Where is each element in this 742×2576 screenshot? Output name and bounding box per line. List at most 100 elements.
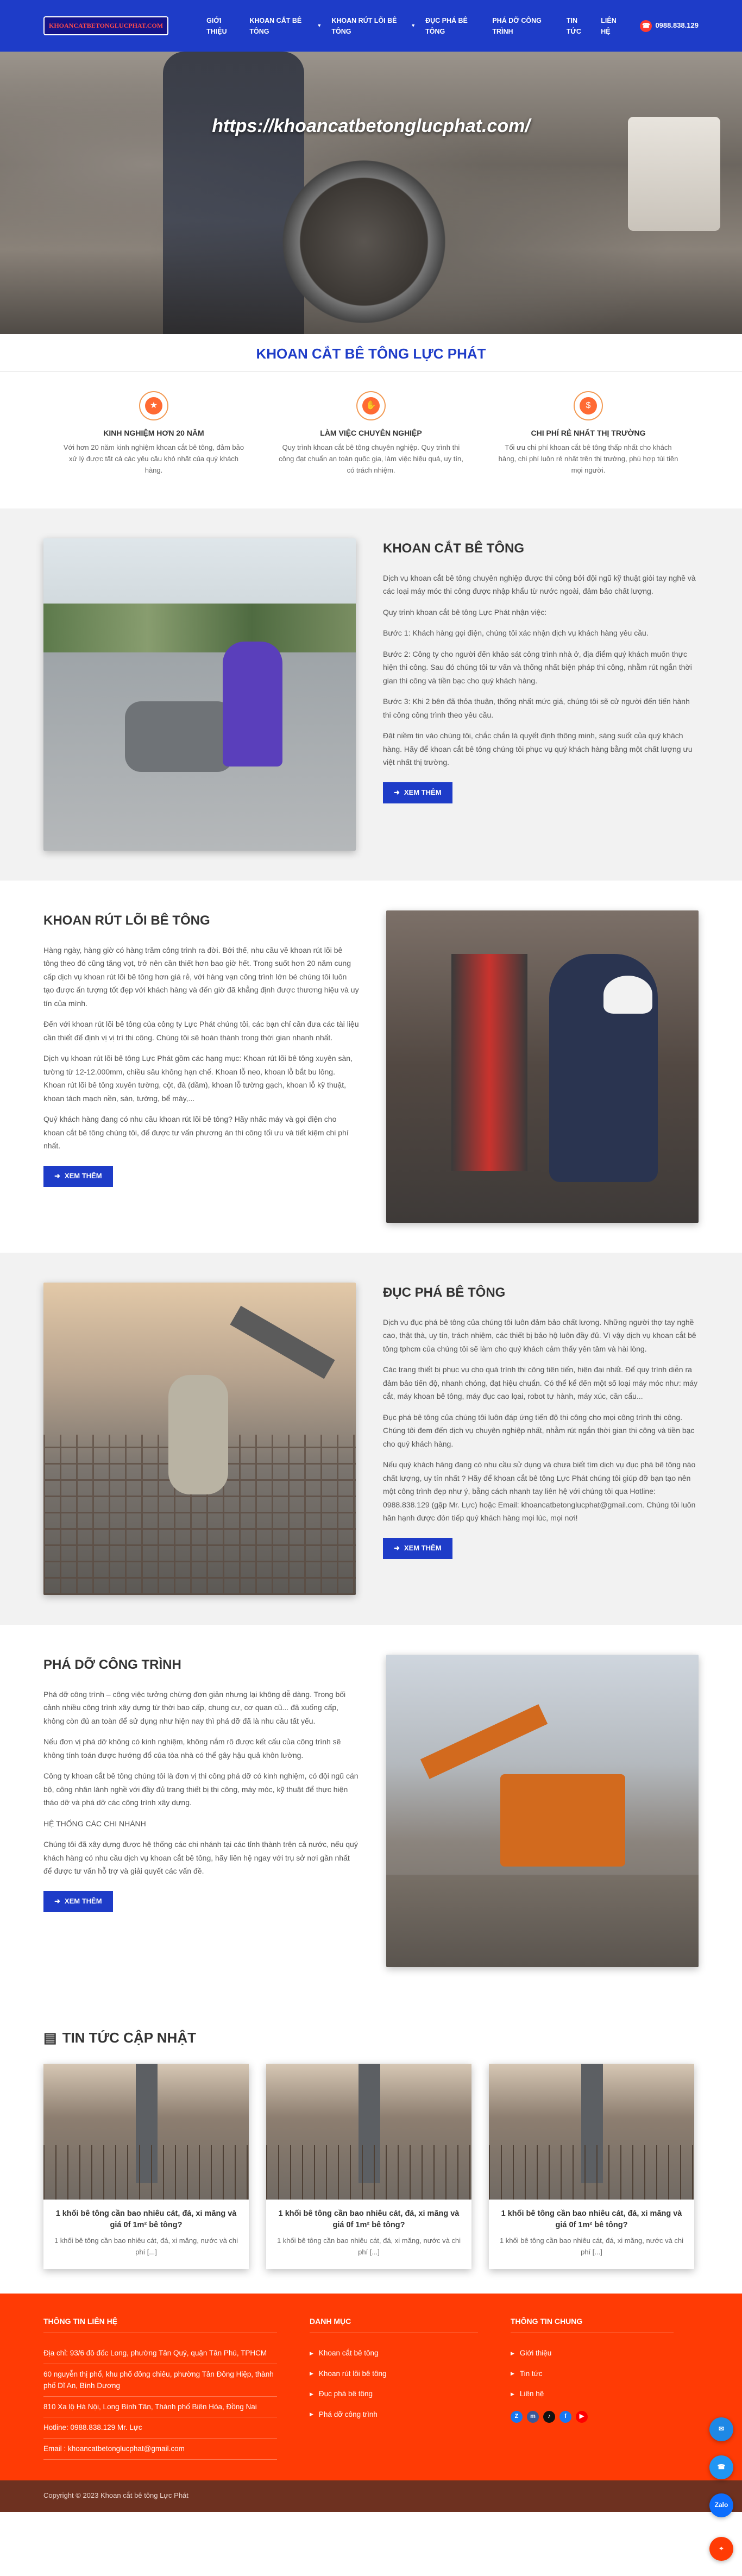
section-pha-do: PHÁ DỠ CÔNG TRÌNH Phá dỡ công trình – cô… — [0, 1625, 742, 1997]
messenger-float-icon[interactable]: ✉ — [709, 2417, 733, 2441]
footer-category-link[interactable]: ▶ Khoan cắt bê tông — [310, 2343, 478, 2364]
nav-item-lien-he[interactable]: LIÊN HỆ — [601, 15, 625, 37]
section-paragraph: Dịch vụ đục phá bê tông của chúng tôi lu… — [383, 1317, 696, 1353]
section-paragraph: Các trang thiết bị phục vụ cho quá trình… — [383, 1365, 698, 1401]
footer-category-link[interactable]: ▶ Khoan rút lõi bê tông — [310, 2364, 478, 2384]
footer-info-link[interactable]: ▶ Liên hệ — [511, 2384, 674, 2404]
read-more-button[interactable]: ➜ XEM THÊM — [43, 1890, 113, 1912]
section-title: KHOAN CẮT BÊ TÔNG — [383, 541, 524, 556]
phone-float-icon[interactable]: ☎ — [709, 2455, 733, 2479]
zalo-float-icon[interactable]: Zalo — [709, 2493, 733, 2517]
footer-info-link[interactable]: ▶ Tin tức — [511, 2364, 674, 2384]
section-paragraph: Hàng ngày, hàng giờ có hàng trăm công tr… — [43, 945, 359, 1008]
nav-item-tin-tuc[interactable]: TIN TỨC — [567, 15, 591, 37]
read-more-button[interactable]: ➜ XEM THÊM — [43, 1165, 113, 1187]
messenger-icon[interactable]: m — [527, 2410, 539, 2423]
youtube-icon[interactable]: ▶ — [576, 2410, 588, 2423]
feature-item: ✋ LÀM VIỆC CHUYÊN NGHIỆP Quy trình khoan… — [279, 391, 463, 476]
nav-label: ĐỤC PHÁ BÊ TÔNG — [425, 16, 468, 35]
main-nav: GIỚI THIỆU KHOAN CẮT BÊ TÔNG ▼ KHOAN RÚT … — [206, 15, 699, 37]
footer-hotline[interactable]: Hotline: 0988.838.129 Mr. Lực — [43, 2417, 277, 2439]
duc-pha-image — [43, 1283, 356, 1595]
nav-label: KHOAN RÚT LÕI BÊ TÔNG — [331, 16, 397, 35]
news-card[interactable]: 1 khối bê tông cần bao nhiêu cát, đá, xi… — [266, 2063, 471, 2269]
header-hotline[interactable]: ☎ 0988.838.129 — [640, 20, 699, 32]
site-footer: THÔNG TIN LIÊN HỆ Địa chỉ: 93/6 đô đốc L… — [0, 2293, 742, 2480]
caret-right-icon: ▶ — [310, 2391, 313, 2397]
footer-info: THÔNG TIN CHUNG ▶ Giới thiệu ▶ Tin tức ▶ Li… — [511, 2315, 674, 2460]
title-strip: KHOAN CẮT BÊ TÔNG LỰC PHÁT — [0, 334, 742, 372]
section-title: PHÁ DỠ CÔNG TRÌNH — [43, 1657, 181, 1673]
link-label: Tin tức — [519, 2369, 543, 2378]
section-khoan-cat: KHOAN CẮT BÊ TÔNG Dịch vụ khoan cắt bê t… — [0, 508, 742, 881]
news-body: 1 khối bê tông cần bao nhiêu cát, đá, xi… — [266, 2200, 471, 2269]
footer-categories: DANH MỤC ▶ Khoan cắt bê tông ▶ Khoan rút l… — [310, 2315, 478, 2460]
news-thumbnail — [489, 2063, 694, 2200]
phone-icon: ☎ — [640, 20, 652, 32]
news-card-excerpt: 1 khối bê tông cần bao nhiêu cát, đá, xi… — [54, 2236, 238, 2256]
section-paragraph: Đặt niềm tin vào chúng tôi, chắc chắn là… — [383, 731, 693, 767]
footer-category-link[interactable]: ▶ Đục phá bê tông — [310, 2384, 478, 2404]
news-section: ▤ TIN TỨC CẬP NHẬT 1 khối bê tông cần ba… — [0, 1997, 742, 2293]
news-card[interactable]: 1 khối bê tông cần bao nhiêu cát, đá, xi… — [43, 2063, 249, 2269]
nav-label: KHOAN CẮT BÊ TÔNG — [249, 16, 302, 35]
nav-label: GIỚI THIỆU — [206, 16, 227, 35]
link-label: Khoan cắt bê tông — [318, 2348, 379, 2357]
chevron-down-icon: ▼ — [317, 23, 322, 29]
news-card-excerpt: 1 khối bê tông cần bao nhiêu cát, đá, xi… — [276, 2236, 461, 2256]
section-paragraph: Bước 3: Khi 2 bên đã thỏa thuận, thống n… — [383, 697, 690, 719]
button-label: XEM THÊM — [404, 788, 442, 796]
section-paragraph: Bước 2: Công ty cho người đến khảo sát c… — [383, 649, 692, 685]
nav-item-duc-pha[interactable]: ĐỤC PHÁ BÊ TÔNG — [425, 15, 482, 37]
section-paragraph: Công ty khoan cắt bê tông chúng tôi là đ… — [43, 1771, 359, 1807]
read-more-button[interactable]: ➜ XEM THÊM — [383, 1537, 452, 1559]
money-icon: $ — [574, 391, 603, 420]
caret-right-icon: ▶ — [511, 2371, 514, 2377]
section-paragraph: Đục phá bê tông của chúng tôi luôn đáp ứ… — [383, 1412, 695, 1448]
footer-category-link[interactable]: ▶ Phá dỡ công trình — [310, 2404, 478, 2425]
caret-right-icon: ▶ — [310, 2371, 313, 2377]
section-paragraph: Quy trình khoan cắt bê tông Lực Phát nhậ… — [383, 607, 547, 617]
site-logo[interactable]: KHOANCATBETONGLUCPHAT.COM — [43, 10, 169, 42]
section-duc-pha: ĐỤC PHÁ BÊ TÔNG Dịch vụ đục phá bê tông … — [0, 1253, 742, 1625]
caret-right-icon: ▶ — [310, 2411, 313, 2417]
facebook-icon[interactable]: f — [559, 2410, 571, 2423]
link-label: Đục phá bê tông — [318, 2390, 373, 2398]
khoan-cat-image — [43, 538, 356, 851]
feature-desc: Tối ưu chi phí khoan cắt bê tông thấp nh… — [498, 443, 678, 474]
khoan-rut-loi-image — [386, 910, 699, 1223]
read-more-button[interactable]: ➜ XEM THÊM — [383, 782, 452, 803]
map-float-icon[interactable]: ⌖ — [709, 2537, 733, 2561]
feature-item: ★ KINH NGHIỆM HƠN 20 NĂM Với hơn 20 năm … — [61, 391, 246, 476]
newspaper-icon: ▤ — [43, 2030, 57, 2046]
section-paragraph: Nếu quý khách hàng đang có nhu cầu sử dụ… — [383, 1460, 696, 1523]
trophy-icon: ★ — [139, 391, 168, 420]
page-title: KHOAN CẮT BÊ TÔNG LỰC PHÁT — [256, 345, 486, 362]
nav-item-pha-do[interactable]: PHÁ DỠ CÔNG TRÌNH — [492, 15, 557, 37]
copyright-bar: Copyright © 2023 Khoan cắt bê tông Lực P… — [0, 2480, 742, 2512]
nav-item-gioi-thieu[interactable]: GIỚI THIỆU — [206, 15, 240, 37]
news-thumbnail — [43, 2063, 249, 2200]
section-paragraph: Dịch vụ khoan cắt bê tông chuyên nghiệp … — [383, 573, 696, 596]
section-text: KHOAN CẮT BÊ TÔNG Dịch vụ khoan cắt bê t… — [383, 538, 699, 803]
caret-right-icon: ▶ — [511, 2391, 514, 2397]
section-paragraph: Đến với khoan rút lõi bê tông của công t… — [43, 1020, 359, 1042]
news-card[interactable]: 1 khối bê tông cần bao nhiêu cát, đá, xi… — [489, 2063, 694, 2269]
nav-item-khoan-cat[interactable]: KHOAN CẮT BÊ TÔNG ▼ — [249, 15, 322, 37]
features: ★ KINH NGHIỆM HƠN 20 NĂM Với hơn 20 năm … — [0, 372, 742, 509]
zalo-icon[interactable]: Z — [511, 2410, 523, 2423]
section-text: PHÁ DỠ CÔNG TRÌNH Phá dỡ công trình – cô… — [43, 1655, 359, 1912]
footer-heading: THÔNG TIN CHUNG — [511, 2315, 674, 2333]
news-body: 1 khối bê tông cần bao nhiêu cát, đá, xi… — [43, 2200, 249, 2269]
section-khoan-rut-loi: KHOAN RÚT LÕI BÊ TÔNG Hàng ngày, hàng gi… — [0, 881, 742, 1253]
footer-info-link[interactable]: ▶ Giới thiệu — [511, 2343, 674, 2364]
section-text: KHOAN RÚT LÕI BÊ TÔNG Hàng ngày, hàng gi… — [43, 910, 359, 1187]
footer-email[interactable]: Email : khoancatbetonglucphat@gmail.com — [43, 2439, 277, 2460]
link-label: Phá dỡ công trình — [318, 2410, 378, 2418]
nav-item-khoan-rut-loi[interactable]: KHOAN RÚT LÕI BÊ TÔNG ▼ — [331, 15, 416, 37]
section-paragraph: Quý khách hàng đang có nhu cầu khoan rút… — [43, 1115, 349, 1151]
nav-label: LIÊN HỆ — [601, 16, 617, 35]
tiktok-icon[interactable]: ♪ — [543, 2410, 555, 2423]
chevron-down-icon: ▼ — [411, 23, 416, 29]
section-paragraph: Phá dỡ công trình – công việc tưởng chừn… — [43, 1689, 346, 1725]
